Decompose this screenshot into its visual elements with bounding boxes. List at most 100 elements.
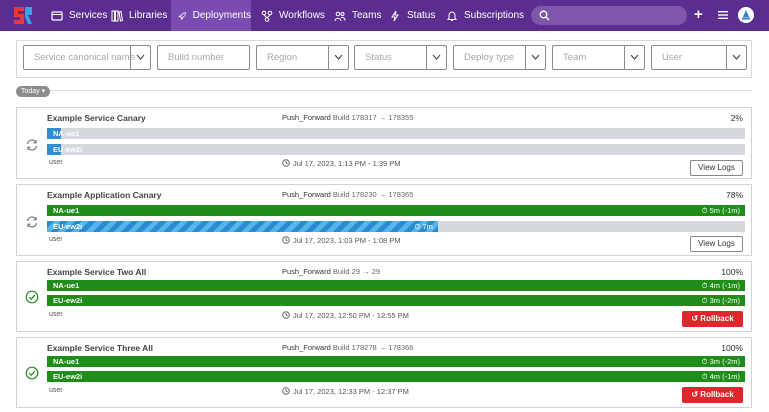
region-duration-text: 3m (-2m) (709, 357, 740, 366)
nav-teams-label: Teams (352, 10, 382, 21)
build-to: 29 (371, 267, 381, 276)
region-select[interactable]: Region (256, 45, 349, 70)
top-nav: Services Libraries Deployments Workflows… (0, 0, 769, 31)
service-title[interactable]: Example Service Three All (47, 343, 153, 353)
clock-icon (282, 387, 290, 395)
deploy-time: Jul 17, 2023, 1:13 PM - 1:39 PM (282, 159, 401, 168)
region-duration-text: 4m (-1m) (709, 372, 740, 381)
region-progress: NA-ue1 (47, 128, 745, 139)
deployment-percent: 78% (725, 190, 743, 200)
bell-icon (446, 10, 458, 21)
progress-fill (47, 356, 745, 367)
sync-icon (26, 139, 38, 151)
region-duration: ⏱ 7m (414, 222, 433, 231)
region-label: NA-ue1 (53, 281, 80, 290)
deploy-user: user (49, 311, 63, 318)
build-info: Push_Forward Build 29 → 29 (282, 267, 380, 276)
clock-icon (282, 159, 290, 167)
build-info: Push_Forward Build 178278 → 178366 (282, 343, 413, 352)
build-info: Push_Forward Build 178317 → 178355 (282, 113, 413, 122)
sync-icon (26, 216, 38, 228)
team-select[interactable]: Team (552, 45, 645, 70)
rollback-button[interactable]: ↺ Rollback (682, 387, 743, 403)
nav-subscriptions-label: Subscriptions (464, 10, 525, 21)
chevron-down-icon[interactable] (726, 46, 746, 69)
region-progress: EU-ew2i (47, 144, 745, 155)
build-to: 178355 (388, 113, 414, 122)
region-duration: ⏱ 3m (-2m) (701, 296, 740, 305)
window-icon (51, 10, 63, 21)
view-logs-button[interactable]: View Logs (690, 160, 743, 176)
region-progress: EU-ew2i ⏱ 3m (-2m) (47, 295, 745, 306)
deploy-time: Jul 17, 2023, 12:50 PM - 12:55 PM (282, 311, 409, 320)
check-circle-icon (25, 366, 39, 380)
nav-libraries-label: Libraries (129, 10, 168, 21)
chevron-down-icon[interactable] (426, 46, 446, 69)
build-arrow: → (362, 267, 370, 276)
add-button[interactable]: + (694, 7, 703, 22)
status-select[interactable]: Status (354, 45, 447, 70)
menu-icon[interactable] (718, 10, 728, 20)
service-title[interactable]: Example Service Two All (47, 267, 146, 277)
service-name-select[interactable]: Service canonical name (23, 45, 151, 70)
region-duration-text: 4m (-1m) (709, 281, 740, 290)
region-label: NA-ue1 (53, 206, 80, 215)
deploy-type-select[interactable]: Deploy type (453, 45, 546, 70)
today-group-badge[interactable]: Today ▾ (16, 86, 51, 97)
deployment-percent: 2% (730, 113, 743, 123)
deploy-mode: Push_Forward (282, 267, 331, 276)
team-placeholder: Team (563, 52, 587, 63)
rollback-button[interactable]: ↺ Rollback (682, 311, 743, 327)
app-logo[interactable] (12, 5, 34, 26)
build-from: 178317 (351, 113, 377, 122)
build-arrow: → (378, 190, 387, 199)
region-label: EU-ew2i (53, 145, 83, 154)
user-placeholder: User (662, 52, 683, 63)
deployment-card: Example Application Canary Push_Forward … (16, 184, 752, 256)
build-from: 29 (351, 267, 360, 276)
bolt-icon (391, 10, 399, 21)
nav-teams[interactable]: Teams (329, 0, 386, 31)
nav-libraries[interactable]: Libraries (104, 0, 174, 31)
nav-status[interactable]: Status (384, 0, 440, 31)
build-number-input[interactable]: Build number (157, 45, 250, 70)
nav-deployments[interactable]: Deployments (171, 0, 251, 31)
rollback-label: Rollback (700, 390, 734, 399)
search-icon (539, 10, 550, 21)
region-progress: NA-ue1 ⏱ 4m (-1m) (47, 280, 745, 291)
region-duration: ⏱ 4m (-1m) (701, 281, 740, 290)
deployment-card: Example Service Canary Push_Forward Buil… (16, 107, 752, 179)
build-to: 178366 (388, 343, 414, 352)
user-select[interactable]: User (651, 45, 747, 70)
region-label: EU-ew2i (53, 372, 83, 381)
check-circle-icon (25, 290, 39, 304)
deploy-user: user (49, 387, 63, 394)
progress-fill (47, 280, 745, 291)
region-duration-text: 5m (-1m) (709, 206, 740, 215)
nav-workflows[interactable]: Workflows (256, 0, 330, 31)
view-logs-button[interactable]: View Logs (690, 236, 743, 252)
search-input[interactable] (531, 6, 687, 25)
deployment-percent: 100% (721, 343, 743, 353)
chevron-down-icon[interactable] (624, 46, 644, 69)
region-label: EU-ew2i (53, 222, 83, 231)
chevron-down-icon[interactable] (328, 46, 348, 69)
deployment-card: Example Service Three All Push_Forward B… (16, 337, 752, 408)
region-duration: ⏱ 5m (-1m) (701, 206, 740, 215)
deploy-time-text: Jul 17, 2023, 12:50 PM - 12:55 PM (293, 311, 409, 320)
region-duration: ⏱ 4m (-1m) (701, 372, 740, 381)
user-avatar-icon[interactable] (738, 7, 754, 23)
books-icon (111, 10, 123, 22)
service-name-placeholder: Service canonical name (34, 52, 135, 63)
progress-fill (47, 205, 745, 216)
service-title[interactable]: Example Service Canary (47, 113, 146, 123)
service-title[interactable]: Example Application Canary (47, 190, 161, 200)
region-duration: ⏱ 3m (-2m) (701, 357, 740, 366)
filter-bar: Service canonical name Build number Regi… (16, 40, 752, 78)
chevron-down-icon[interactable] (130, 46, 150, 69)
chevron-down-icon[interactable] (525, 46, 545, 69)
nav-status-label: Status (407, 10, 436, 21)
nav-subscriptions[interactable]: Subscriptions (441, 0, 529, 31)
deploy-type-placeholder: Deploy type (464, 52, 515, 63)
region-duration-text: 3m (-2m) (709, 296, 740, 305)
